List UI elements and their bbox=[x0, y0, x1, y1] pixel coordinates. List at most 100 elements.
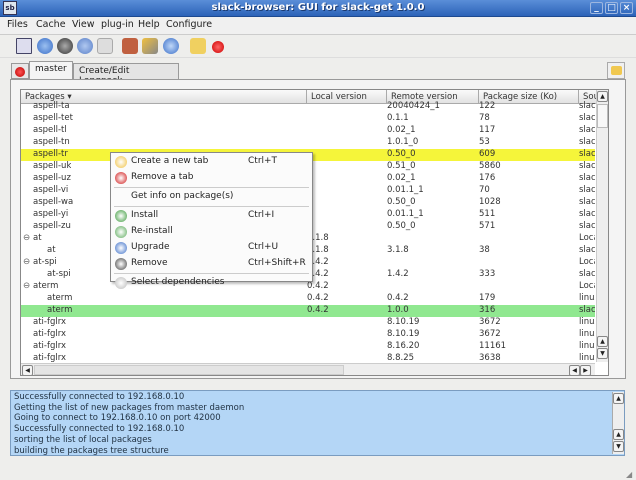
scroll-down-button[interactable]: ▼ bbox=[613, 441, 624, 452]
menu-configure[interactable]: Configure bbox=[166, 19, 212, 30]
resize-grip-icon[interactable]: ◢ bbox=[626, 470, 632, 479]
table-row[interactable]: aterm 0.4.2 1.0.0 316 slacky bbox=[21, 305, 595, 317]
table-row[interactable]: aspell-tet 0.1.1 78 slackw bbox=[21, 113, 595, 125]
remote-cell: 0.02_1 bbox=[387, 125, 416, 135]
scroll-up-button[interactable]: ▲ bbox=[597, 91, 608, 102]
source-cell: Local r bbox=[579, 281, 595, 291]
menu-item-label: Upgrade bbox=[131, 242, 170, 252]
remote-cell: 8.10.19 bbox=[387, 317, 420, 327]
horizontal-scrollbar[interactable]: ◀ ◀ ▶ bbox=[21, 363, 595, 375]
source-cell: slackw bbox=[579, 221, 595, 231]
package-name-cell: aterm bbox=[47, 293, 73, 303]
source-cell: slackw bbox=[579, 185, 595, 195]
info-icon[interactable] bbox=[122, 38, 138, 54]
context-menu-item[interactable]: Remove a tab bbox=[111, 170, 312, 185]
size-cell: 571 bbox=[479, 221, 496, 231]
size-cell: 3672 bbox=[479, 317, 501, 327]
size-cell: 53 bbox=[479, 137, 490, 147]
minimize-button[interactable]: _ bbox=[590, 2, 603, 14]
size-cell: 70 bbox=[479, 185, 490, 195]
menu-plugin[interactable]: plug-in bbox=[101, 19, 134, 30]
collapse-icon[interactable]: ⊖ bbox=[23, 281, 30, 291]
reinstall-icon bbox=[115, 226, 127, 238]
scroll-right-button[interactable]: ▶ bbox=[580, 365, 591, 375]
remove-icon[interactable] bbox=[57, 38, 73, 54]
context-menu-item[interactable]: Remove Ctrl+Shift+R bbox=[111, 256, 312, 271]
menu-item-label: Create a new tab bbox=[131, 156, 209, 166]
collapse-icon[interactable]: ⊖ bbox=[23, 233, 30, 243]
close-button[interactable]: × bbox=[620, 2, 633, 14]
package-name-cell: at-spi bbox=[47, 269, 71, 279]
context-menu-item[interactable]: Upgrade Ctrl+U bbox=[111, 240, 312, 255]
menu-item-label: Remove a tab bbox=[131, 172, 194, 182]
source-cell: slackw bbox=[579, 161, 595, 171]
context-menu-item[interactable]: Select dependencies bbox=[111, 275, 312, 290]
reload-icon[interactable] bbox=[77, 38, 93, 54]
dependencies-icon bbox=[115, 277, 127, 289]
packages-table: Packages ▾ Local version Remote version … bbox=[20, 89, 609, 376]
remove-tab-icon bbox=[115, 172, 127, 184]
scroll-left-button-2[interactable]: ◀ bbox=[569, 365, 580, 375]
remote-cell: 0.02_1 bbox=[387, 173, 416, 183]
table-row[interactable]: aterm 0.4.2 0.4.2 179 linuxpa bbox=[21, 293, 595, 305]
remote-cell: 1.0.0 bbox=[387, 305, 409, 315]
remote-cell: 0.50_0 bbox=[387, 149, 416, 159]
configure-icon[interactable] bbox=[142, 38, 158, 54]
create-tab-icon[interactable] bbox=[190, 38, 206, 54]
table-row[interactable]: ati-fglrx 8.16.20 11161 linuxpa bbox=[21, 341, 595, 353]
table-row[interactable]: aspell-ta 20040424_1 122 slackw bbox=[21, 101, 595, 113]
collapse-icon[interactable]: ⊖ bbox=[23, 257, 30, 267]
scroll-up-button-2[interactable]: ▲ bbox=[613, 429, 624, 440]
scroll-thumb[interactable] bbox=[597, 104, 608, 128]
log-scrollbar[interactable]: ▲ ▲ ▼ bbox=[612, 392, 624, 454]
menu-item-label: Select dependencies bbox=[131, 277, 225, 287]
remote-cell: 0.50_0 bbox=[387, 221, 416, 231]
scroll-left-button[interactable]: ◀ bbox=[22, 365, 33, 375]
vertical-scrollbar[interactable]: ▲ ▲ ▼ bbox=[596, 90, 608, 362]
context-menu-item[interactable]: Install Ctrl+I bbox=[111, 208, 312, 223]
scroll-up-button[interactable]: ▲ bbox=[613, 393, 624, 404]
scroll-thumb-horizontal[interactable] bbox=[34, 365, 344, 375]
menu-separator bbox=[114, 206, 309, 207]
table-row[interactable]: aspell-tl 0.02_1 117 slackw bbox=[21, 125, 595, 137]
table-row[interactable]: aspell-tn 1.0.1_0 53 slackw bbox=[21, 137, 595, 149]
source-cell: Local r bbox=[579, 233, 595, 243]
new-tab-icon[interactable] bbox=[16, 38, 32, 54]
context-menu-item[interactable]: Create a new tab Ctrl+T bbox=[111, 154, 312, 169]
context-menu-item[interactable]: Re-install bbox=[111, 224, 312, 239]
remove-icon bbox=[115, 258, 127, 270]
new-tab-button[interactable] bbox=[607, 62, 625, 79]
scroll-up-button-2[interactable]: ▲ bbox=[597, 336, 608, 347]
upgrade-icon[interactable] bbox=[37, 38, 53, 54]
package-name-cell: aspell-tn bbox=[33, 137, 70, 147]
package-name-cell: aterm bbox=[33, 281, 59, 291]
scroll-down-button[interactable]: ▼ bbox=[597, 348, 608, 359]
size-cell: 1028 bbox=[479, 197, 501, 207]
size-cell: 11161 bbox=[479, 341, 507, 351]
dependencies-icon[interactable] bbox=[97, 38, 113, 54]
create-tab-icon bbox=[115, 156, 127, 168]
remote-cell: 0.01.1_1 bbox=[387, 185, 424, 195]
size-cell: 333 bbox=[479, 269, 496, 279]
menu-view[interactable]: View bbox=[72, 19, 95, 30]
source-cell: slackw bbox=[579, 149, 595, 159]
menu-cache[interactable]: Cache bbox=[36, 19, 66, 30]
tab-create-edit-langpack[interactable]: Create/Edit Langpack bbox=[73, 63, 179, 86]
table-row[interactable]: ati-fglrx 8.10.19 3672 linuxpa bbox=[21, 317, 595, 329]
table-row[interactable]: ati-fglrx 8.10.19 3672 linuxpa bbox=[21, 329, 595, 341]
menu-files[interactable]: Files bbox=[7, 19, 28, 30]
help-icon[interactable] bbox=[163, 38, 179, 54]
remove-tab-icon[interactable] bbox=[212, 41, 224, 53]
size-cell: 3638 bbox=[479, 353, 501, 363]
context-menu-item[interactable]: Get info on package(s) bbox=[111, 189, 312, 204]
menu-help[interactable]: Help bbox=[138, 19, 160, 30]
tab-master[interactable]: master bbox=[29, 61, 73, 79]
install-icon bbox=[115, 210, 127, 222]
log-panel: Successfully connected to 192.168.0.10 Ge… bbox=[10, 390, 625, 456]
package-name-cell: aspell-tr bbox=[33, 149, 68, 159]
package-name-cell: ati-fglrx bbox=[33, 317, 67, 327]
source-cell: slackw bbox=[579, 113, 595, 123]
maximize-button[interactable]: □ bbox=[605, 2, 618, 14]
menu-item-label: Install bbox=[131, 210, 159, 220]
close-tab-button[interactable] bbox=[11, 63, 29, 79]
